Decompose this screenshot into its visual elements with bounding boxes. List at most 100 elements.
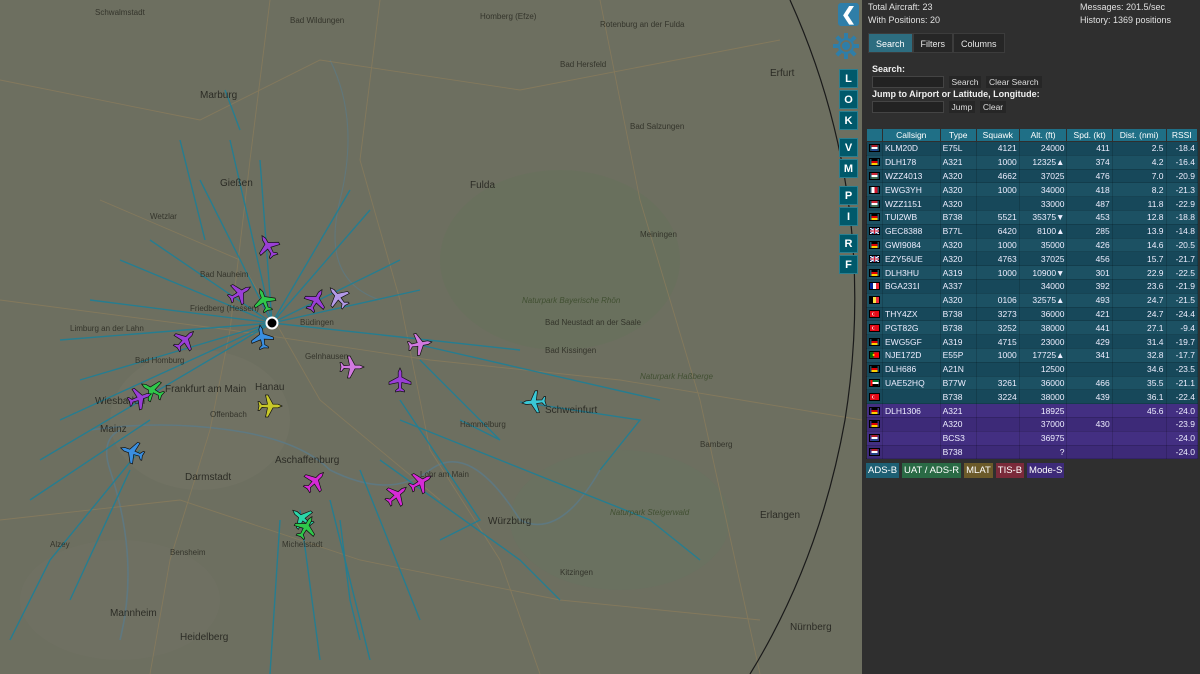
aircraft-marker-icon[interactable] xyxy=(386,366,414,394)
layer-button-p[interactable]: P xyxy=(839,186,858,205)
layer-button-v[interactable]: V xyxy=(839,138,858,157)
aircraft-row[interactable]: BGA231I A337 34000 392 23.6 -21.9 xyxy=(866,278,1199,294)
aircraft-marker-icon[interactable] xyxy=(118,438,146,466)
layer-button-k[interactable]: K xyxy=(839,111,858,130)
aircraft-marker-icon[interactable] xyxy=(256,392,284,420)
settings-gear-icon[interactable] xyxy=(832,32,860,60)
cell-squawk: 6420 xyxy=(975,223,1020,239)
aircraft-row[interactable]: DLH1306 A321 18925 45.6 -24.0 xyxy=(866,403,1199,418)
search-input[interactable] xyxy=(872,76,944,88)
cell-altitude: 32575▲ xyxy=(1018,292,1068,308)
aircraft-marker-icon[interactable] xyxy=(301,467,329,495)
aircraft-marker-icon[interactable] xyxy=(406,330,434,358)
aircraft-row[interactable]: A320 37000 430 -23.9 xyxy=(866,416,1199,432)
cell-distance: 15.7 xyxy=(1111,251,1167,267)
legend-uat-adsr: UAT / ADS-R xyxy=(902,463,962,478)
clear-search-button[interactable]: Clear Search xyxy=(985,76,1042,88)
aircraft-marker-icon[interactable] xyxy=(383,481,411,509)
aircraft-marker-icon[interactable] xyxy=(520,388,548,416)
map-town-label: Kitzingen xyxy=(560,568,593,577)
aircraft-row[interactable]: UAE52HQ B77W 3261 36000 466 35.5 -21.1 xyxy=(866,375,1199,391)
header-callsign[interactable]: Callsign xyxy=(882,128,941,142)
aircraft-marker-icon[interactable] xyxy=(324,283,352,311)
aircraft-row[interactable]: WZZ4013 A320 4662 37025 476 7.0 -20.9 xyxy=(866,168,1199,184)
cell-callsign: EWG5GF xyxy=(882,334,941,349)
cell-distance: 31.4 xyxy=(1111,334,1167,349)
aircraft-row[interactable]: TUI2WB B738 5521 35375▼ 453 12.8 -18.8 xyxy=(866,209,1199,225)
aircraft-row[interactable]: GEC8388 B77L 6420 8100▲ 285 13.9 -14.8 xyxy=(866,223,1199,239)
cell-distance: 12.8 xyxy=(1111,209,1167,225)
layer-button-m[interactable]: M xyxy=(839,159,858,178)
layer-button-o[interactable]: O xyxy=(839,90,858,109)
de-flag-icon xyxy=(866,154,883,170)
cell-rssi: -21.1 xyxy=(1165,375,1199,391)
aircraft-marker-icon[interactable] xyxy=(171,326,199,354)
header-rssi[interactable]: RSSI xyxy=(1165,128,1199,142)
cell-altitude: 17725▲ xyxy=(1018,347,1068,363)
aircraft-row[interactable]: DLH178 A321 1000 12325▲ 374 4.2 -16.4 xyxy=(866,154,1199,170)
map-view[interactable]: Schwalmstadt Bad Wildungen Homberg (Efze… xyxy=(0,0,862,674)
jump-button[interactable]: Jump xyxy=(948,101,976,113)
tab-search[interactable]: Search xyxy=(868,33,913,53)
cell-squawk: 1000 xyxy=(975,265,1020,280)
cell-speed: 441 xyxy=(1066,320,1113,336)
layer-button-l[interactable]: L xyxy=(839,69,858,88)
layer-button-r[interactable]: R xyxy=(839,234,858,253)
jump-input[interactable] xyxy=(872,101,944,113)
aircraft-row[interactable]: THY4ZX B738 3273 36000 421 24.7 -24.4 xyxy=(866,306,1199,322)
fr-flag-icon xyxy=(866,278,883,294)
cell-distance: 24.7 xyxy=(1111,306,1167,322)
header-distance[interactable]: Dist. (nmi) xyxy=(1111,128,1167,142)
cell-callsign: DLH178 xyxy=(882,154,941,170)
aircraft-row[interactable]: NJE172D E55P 1000 17725▲ 341 32.8 -17.7 xyxy=(866,347,1199,363)
clear-jump-button[interactable]: Clear xyxy=(979,101,1007,113)
aircraft-marker-icon[interactable] xyxy=(338,353,366,381)
aircraft-row[interactable]: EZY56UE A320 4763 37025 456 15.7 -21.7 xyxy=(866,251,1199,267)
cell-rssi: -20.5 xyxy=(1165,237,1199,253)
cell-speed: 421 xyxy=(1066,306,1113,322)
aircraft-row[interactable]: EWG5GF A319 4715 23000 429 31.4 -19.7 xyxy=(866,334,1199,349)
cell-type: B738 xyxy=(939,306,977,322)
aircraft-row[interactable]: WZZ1151 A320 33000 487 11.8 -22.9 xyxy=(866,196,1199,211)
map-town-label: Bensheim xyxy=(170,548,206,557)
header-squawk[interactable]: Squawk xyxy=(975,128,1020,142)
tab-filters[interactable]: Filters xyxy=(912,33,954,53)
cell-type: A321 xyxy=(939,403,977,418)
aircraft-row[interactable]: DLH686 A21N 12500 34.6 -23.5 xyxy=(866,361,1199,377)
aircraft-marker-icon[interactable] xyxy=(292,513,320,541)
tab-columns[interactable]: Columns xyxy=(953,33,1005,53)
sidebar: Total Aircraft: 23 With Positions: 20 Me… xyxy=(862,0,1200,674)
aircraft-row[interactable]: A320 0106 32575▲ 493 24.7 -21.5 xyxy=(866,292,1199,308)
header-type[interactable]: Type xyxy=(939,128,977,142)
header-flag xyxy=(866,128,883,142)
aircraft-marker-icon[interactable] xyxy=(407,468,435,496)
header-speed[interactable]: Spd. (kt) xyxy=(1066,128,1113,142)
map-town-label: Bad Neustadt an der Saale xyxy=(545,318,642,327)
cell-type: A320 xyxy=(939,168,977,184)
aircraft-row[interactable]: B738 3224 38000 439 36.1 -22.4 xyxy=(866,389,1199,405)
aircraft-row[interactable]: B738? -24.0 xyxy=(866,444,1199,460)
aircraft-marker-icon[interactable] xyxy=(250,286,278,314)
search-button[interactable]: Search xyxy=(948,76,982,88)
collapse-sidebar-button[interactable]: ❮ xyxy=(838,3,859,26)
aircraft-row[interactable]: BCS3 36975 -24.0 xyxy=(866,430,1199,446)
aircraft-marker-icon[interactable] xyxy=(126,384,154,412)
layer-button-i[interactable]: I xyxy=(839,207,858,226)
aircraft-row[interactable]: PGT82G B738 3252 38000 441 27.1 -9.4 xyxy=(866,320,1199,336)
aircraft-row[interactable]: EWG3YH A320 1000 34000 418 8.2 -21.3 xyxy=(866,182,1199,198)
header-altitude[interactable]: Alt. (ft) xyxy=(1018,128,1068,142)
aircraft-row[interactable]: KLM20D E75L 4121 24000 411 2.5 -18.4 xyxy=(866,141,1199,156)
aircraft-row[interactable]: DLH3HU A319 1000 10900▼ 301 22.9 -22.5 xyxy=(866,265,1199,280)
cell-altitude: 34000 xyxy=(1018,182,1068,198)
cell-callsign xyxy=(882,292,941,308)
cell-type: B77L xyxy=(939,223,977,239)
map-town-label: Aschaffenburg xyxy=(275,455,340,466)
aircraft-marker-icon[interactable] xyxy=(248,323,276,351)
aircraft-row[interactable]: GWI9084 A320 1000 35000 426 14.6 -20.5 xyxy=(866,237,1199,253)
cell-altitude: 35375▼ xyxy=(1018,209,1068,225)
layer-button-f[interactable]: F xyxy=(839,255,858,274)
aircraft-marker-icon[interactable] xyxy=(254,232,282,260)
map-town-label: Hammelburg xyxy=(460,420,506,429)
map-town-label: Erlangen xyxy=(760,510,801,521)
cell-altitude: ? xyxy=(1018,444,1068,460)
